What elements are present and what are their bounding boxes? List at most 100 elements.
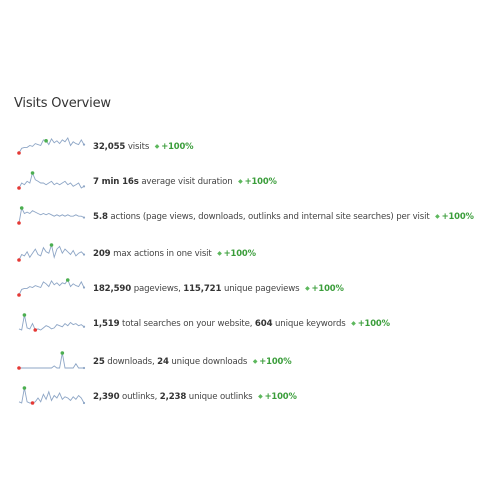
widget-title: Visits Overview bbox=[14, 96, 111, 111]
evolution-badge: ◆ +100% bbox=[305, 283, 344, 293]
metric-row-max-actions: 209 max actions in one visit ◆ +100% bbox=[16, 242, 256, 264]
metric-row-avg-visit-duration: 7 min 16s average visit duration ◆ +100% bbox=[16, 170, 277, 192]
metric-value: 2,238 bbox=[159, 391, 187, 402]
metric-value: 5.8 bbox=[93, 211, 108, 222]
evolution-badge: ◆ +100% bbox=[253, 356, 292, 366]
sparkline-visits[interactable] bbox=[16, 135, 86, 157]
metric-label: downloads, bbox=[107, 356, 155, 367]
sparkline-line bbox=[18, 387, 85, 404]
sparkline-line bbox=[18, 137, 85, 154]
evolution-value: +100% bbox=[259, 355, 292, 366]
sparkline-max-point bbox=[30, 171, 35, 175]
arrow-up-icon: ◆ bbox=[238, 177, 243, 185]
sparkline-max-point bbox=[49, 243, 54, 247]
metric-text-max-actions: 209 max actions in one visit ◆ +100% bbox=[93, 248, 256, 259]
sparkline-line bbox=[18, 279, 85, 296]
metric-row-actions-per-visit: 5.8 actions (page views, downloads, outl… bbox=[16, 205, 474, 227]
metric-text-visits: 32,055 visits ◆ +100% bbox=[93, 141, 194, 152]
sparkline-avg-visit-duration[interactable] bbox=[16, 170, 86, 192]
evolution-badge: ◆ +100% bbox=[351, 318, 390, 328]
sparkline-min-point bbox=[17, 293, 21, 297]
evolution-value: +100% bbox=[311, 282, 344, 293]
visits-overview-widget: Visits Overview 32,055 visits ◆ +100% 7 mi… bbox=[14, 96, 494, 405]
evolution-value: +100% bbox=[357, 317, 390, 328]
sparkline-outlinks[interactable] bbox=[16, 385, 86, 407]
arrow-up-icon: ◆ bbox=[435, 212, 440, 220]
sparkline-min-point bbox=[17, 151, 21, 155]
sparkline-last-point bbox=[82, 253, 86, 256]
evolution-badge: ◆ +100% bbox=[217, 248, 256, 258]
sparkline-last-point bbox=[82, 366, 86, 370]
evolution-badge: ◆ +100% bbox=[258, 391, 297, 401]
metric-row-visits: 32,055 visits ◆ +100% bbox=[16, 135, 194, 157]
sparkline-min-point bbox=[33, 328, 38, 332]
metric-value: 7 min 16s bbox=[93, 176, 139, 187]
metric-text-actions-per-visit: 5.8 actions (page views, downloads, outl… bbox=[93, 211, 474, 222]
sparkline-line bbox=[18, 243, 85, 261]
metric-value: 24 bbox=[157, 356, 169, 367]
arrow-up-icon: ◆ bbox=[351, 319, 356, 327]
metric-label: pageviews, bbox=[133, 283, 181, 294]
sparkline-min-point bbox=[30, 401, 35, 405]
sparkline-pageviews[interactable] bbox=[16, 277, 86, 299]
sparkline-max-point bbox=[60, 351, 65, 355]
metric-text-pageviews: 182,590 pageviews, 115,721 unique pagevi… bbox=[93, 283, 344, 294]
sparkline-line bbox=[18, 171, 85, 189]
sparkline-last-point bbox=[82, 143, 86, 146]
sparkline-min-point bbox=[17, 258, 21, 262]
metric-label: outlinks, bbox=[122, 391, 158, 402]
sparkline-max-point bbox=[22, 313, 27, 317]
evolution-value: +100% bbox=[244, 175, 277, 186]
metric-text-downloads: 25 downloads, 24 unique downloads ◆ +100% bbox=[93, 356, 292, 367]
metric-value: 2,390 bbox=[93, 391, 120, 402]
metric-row-downloads: 25 downloads, 24 unique downloads ◆ +100% bbox=[16, 350, 292, 372]
metric-label: actions (page views, downloads, outlinks… bbox=[110, 211, 430, 222]
sparkline-site-searches[interactable] bbox=[16, 312, 86, 334]
sparkline-actions-per-visit[interactable] bbox=[16, 205, 86, 227]
metric-label: max actions in one visit bbox=[113, 248, 212, 259]
evolution-badge: ◆ +100% bbox=[238, 176, 277, 186]
metric-label: average visit duration bbox=[141, 176, 233, 187]
evolution-value: +100% bbox=[441, 210, 474, 221]
metric-value: 115,721 bbox=[183, 283, 222, 294]
arrow-up-icon: ◆ bbox=[305, 284, 310, 292]
metric-label: unique downloads bbox=[171, 356, 248, 367]
sparkline-min-point bbox=[17, 221, 21, 225]
sparkline-downloads[interactable] bbox=[16, 350, 86, 372]
evolution-value: +100% bbox=[161, 140, 194, 151]
metric-label: total searches on your website, bbox=[122, 318, 253, 329]
metric-value: 1,519 bbox=[93, 318, 120, 329]
arrow-up-icon: ◆ bbox=[154, 142, 160, 150]
sparkline-line bbox=[18, 314, 85, 331]
metric-value: 182,590 bbox=[93, 283, 132, 294]
sparkline-min-point bbox=[17, 186, 21, 190]
metric-text-outlinks: 2,390 outlinks, 2,238 unique outlinks ◆ +… bbox=[93, 391, 297, 402]
sparkline-last-point bbox=[82, 216, 86, 219]
metric-row-site-searches: 1,519 total searches on your website, 60… bbox=[16, 312, 390, 334]
metric-label: unique keywords bbox=[275, 318, 346, 329]
metric-label: visits bbox=[127, 141, 150, 152]
metric-value: 604 bbox=[254, 318, 273, 329]
sparkline-line bbox=[19, 352, 84, 369]
metric-label: unique pageviews bbox=[223, 283, 300, 294]
metric-row-pageviews: 182,590 pageviews, 115,721 unique pagevi… bbox=[16, 277, 344, 299]
metric-value: 25 bbox=[93, 356, 105, 367]
sparkline-last-point bbox=[82, 185, 86, 188]
evolution-badge: ◆ +100% bbox=[155, 141, 194, 151]
sparkline-last-point bbox=[82, 401, 86, 405]
arrow-up-icon: ◆ bbox=[252, 357, 258, 365]
sparkline-max-point bbox=[19, 206, 24, 210]
sparkline-max-actions[interactable] bbox=[16, 242, 86, 264]
metric-row-outlinks: 2,390 outlinks, 2,238 unique outlinks ◆ +… bbox=[16, 385, 297, 407]
evolution-value: +100% bbox=[223, 247, 256, 258]
sparkline-last-point bbox=[82, 286, 86, 289]
evolution-badge: ◆ +100% bbox=[435, 211, 474, 221]
metric-label: unique outlinks bbox=[188, 391, 253, 402]
sparkline-max-point bbox=[65, 278, 70, 282]
arrow-up-icon: ◆ bbox=[258, 392, 263, 400]
metric-value: 209 bbox=[93, 248, 111, 259]
sparkline-max-point bbox=[22, 386, 27, 390]
metric-value: 32,055 bbox=[93, 141, 126, 152]
sparkline-line bbox=[18, 206, 85, 224]
sparkline-last-point bbox=[82, 325, 86, 328]
